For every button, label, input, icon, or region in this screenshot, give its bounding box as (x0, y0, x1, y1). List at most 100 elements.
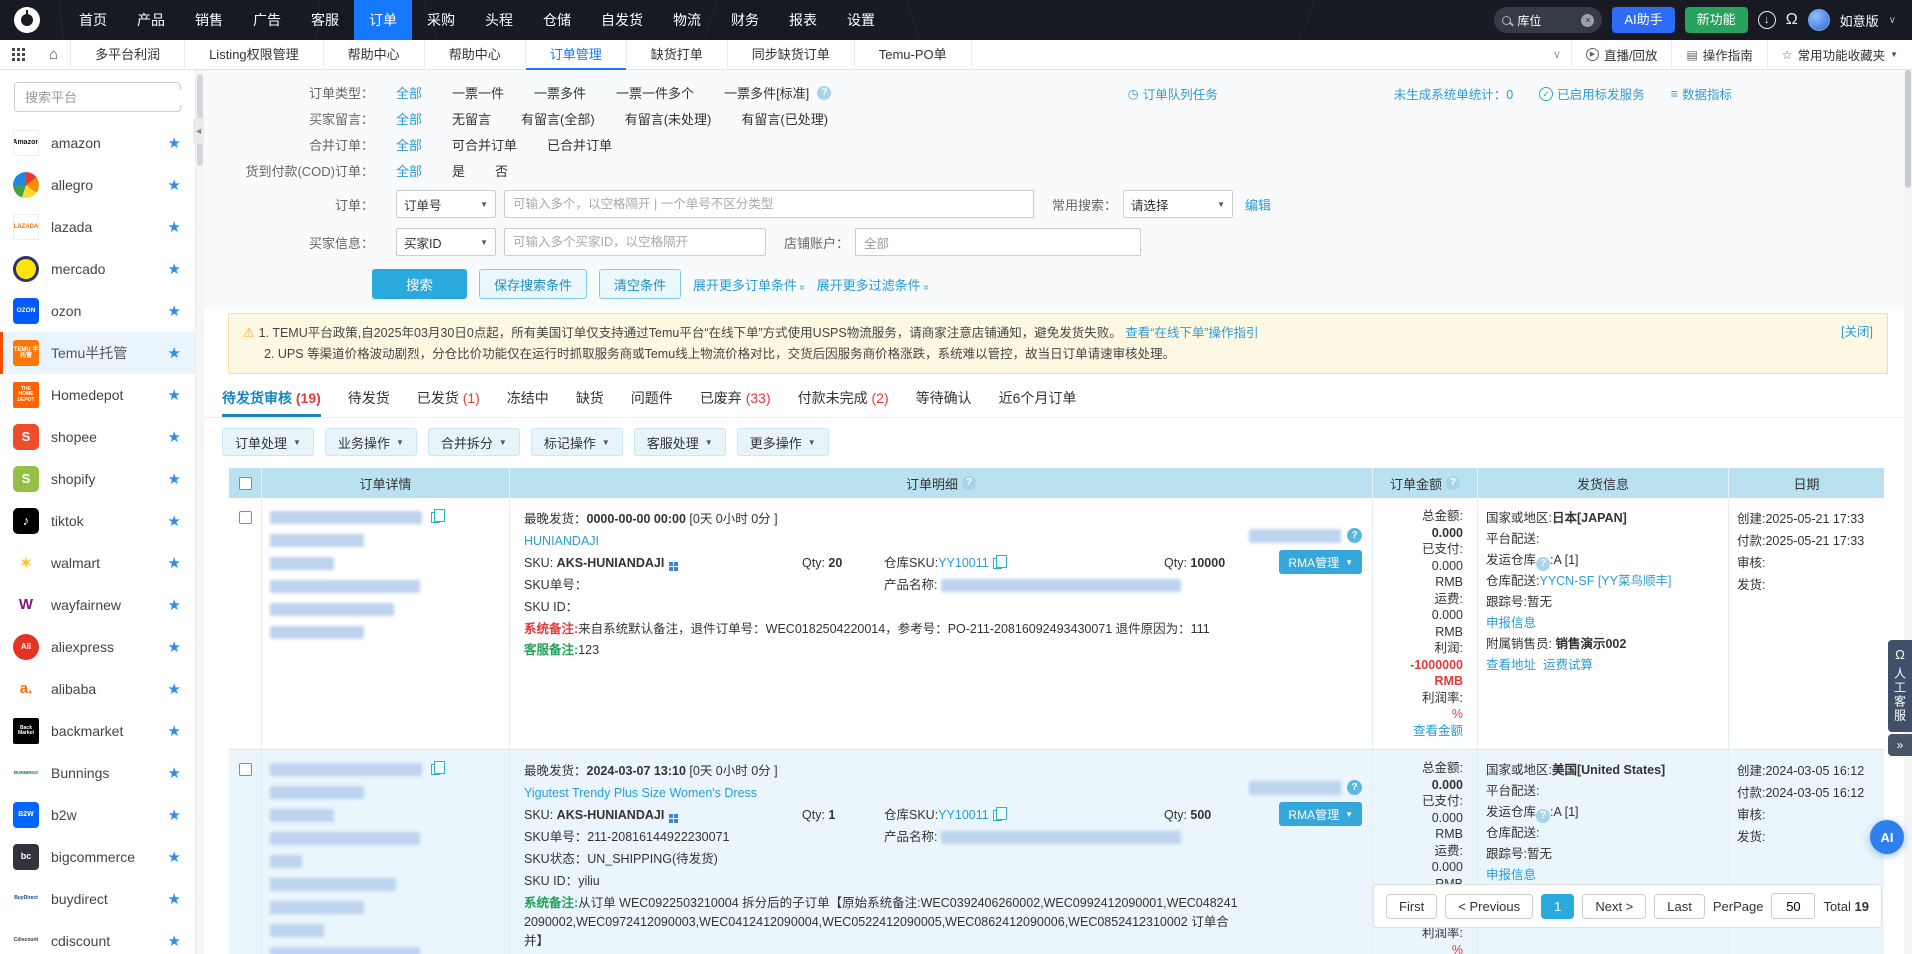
sidebar-platform-item[interactable]: Cdiscount cdiscount ★ (0, 920, 195, 954)
tagged-service-link[interactable]: ✓已启用标发服务 (1539, 84, 1645, 103)
page-scrollbar[interactable] (1904, 70, 1912, 954)
favorite-star-icon[interactable]: ★ (168, 680, 181, 698)
topnav-item[interactable]: 设置 (832, 0, 890, 40)
filter-option[interactable]: 全部 (396, 161, 422, 180)
status-tab[interactable]: 近6个月订单 (999, 388, 1077, 417)
sidebar-platform-item[interactable]: Ali aliexpress ★ (0, 626, 195, 668)
favorite-star-icon[interactable]: ★ (168, 428, 181, 446)
platform-search[interactable] (14, 82, 181, 112)
favorite-star-icon[interactable]: ★ (168, 176, 181, 194)
filter-option[interactable]: 一票一件 (452, 83, 504, 102)
help-icon[interactable]: ? (1536, 557, 1550, 571)
favorite-star-icon[interactable]: ★ (168, 848, 181, 866)
action-dropdown-button[interactable]: 合并拆分▼ (428, 428, 520, 456)
buyer-id-input[interactable] (504, 228, 766, 256)
action-dropdown-button[interactable]: 更多操作▼ (737, 428, 829, 456)
favorite-star-icon[interactable]: ★ (168, 806, 181, 824)
buyer-id-select[interactable]: 买家ID▼ (396, 228, 496, 256)
favorite-star-icon[interactable]: ★ (168, 260, 181, 278)
workspace-tab[interactable]: 帮助中心 (425, 40, 526, 70)
rma-manage-button[interactable]: RMA管理▼ (1279, 550, 1362, 574)
order-queue-link[interactable]: ◷订单队列任务 (1128, 84, 1218, 103)
notice-close-link[interactable]: [关闭] (1841, 322, 1873, 343)
topnav-item[interactable]: 客服 (296, 0, 354, 40)
help-icon[interactable]: ? (962, 476, 976, 490)
workspace-tab[interactable]: Temu-PO单 (855, 40, 972, 70)
live-replay-link[interactable]: ▶ 直播/回放 (1571, 40, 1671, 69)
workspace-tab[interactable]: 同步缺货订单 (728, 40, 855, 70)
edit-common-search-link[interactable]: 编辑 (1245, 195, 1271, 214)
filter-option[interactable]: 全部 (396, 135, 422, 154)
favorite-star-icon[interactable]: ★ (168, 218, 181, 236)
sidebar-platform-item[interactable]: B2W b2w ★ (0, 794, 195, 836)
order-number-type-select[interactable]: 订单号▼ (396, 190, 496, 218)
favorite-star-icon[interactable]: ★ (168, 512, 181, 530)
perpage-input[interactable] (1771, 893, 1815, 919)
version-label[interactable]: 如意版 (1840, 11, 1879, 30)
row-checkbox[interactable] (239, 763, 252, 776)
favorite-star-icon[interactable]: ★ (168, 890, 181, 908)
store-account-input[interactable] (855, 228, 1141, 256)
sidebar-platform-item[interactable]: a. alibaba ★ (0, 668, 195, 710)
action-dropdown-button[interactable]: 客服处理▼ (634, 428, 726, 456)
sidebar-platform-item[interactable]: bc bigcommerce ★ (0, 836, 195, 878)
save-search-button[interactable]: 保存搜索条件 (479, 269, 587, 299)
sidebar-platform-item[interactable]: TEMU 半托管 Temu半托管 ★ (0, 332, 195, 374)
clear-search-icon[interactable]: × (1581, 14, 1594, 27)
freight-estimate-link[interactable]: 运费试算 (1543, 658, 1593, 672)
row-checkbox[interactable] (239, 511, 252, 524)
download-icon[interactable]: ↓ (1758, 11, 1776, 29)
favorite-star-icon[interactable]: ★ (168, 386, 181, 404)
workspace-tab[interactable]: 帮助中心 (324, 40, 425, 70)
filter-option[interactable]: 可合并订单 (452, 135, 517, 154)
favorite-star-icon[interactable]: ★ (168, 470, 181, 488)
last-page-button[interactable]: Last (1654, 894, 1705, 919)
favorite-star-icon[interactable]: ★ (168, 344, 181, 362)
notice-guide-link[interactable]: 查看“在线下单”操作指引 (1125, 326, 1258, 340)
chevron-down-icon[interactable]: ∨ (1889, 15, 1896, 26)
action-dropdown-button[interactable]: 订单处理▼ (222, 428, 314, 456)
copy-icon[interactable] (431, 764, 440, 775)
topnav-item[interactable]: 头程 (470, 0, 528, 40)
filter-option[interactable]: 一票一件多个 (616, 83, 694, 102)
clear-conditions-button[interactable]: 清空条件 (599, 269, 681, 299)
sidebar-platform-item[interactable]: THE HOME DEPOT Homedepot ★ (0, 374, 195, 416)
app-logo[interactable] (14, 7, 40, 33)
status-tab[interactable]: 冻结中 (507, 388, 549, 417)
filter-option[interactable]: 已合并订单 (547, 135, 612, 154)
action-dropdown-button[interactable]: 业务操作▼ (325, 428, 417, 456)
status-tab[interactable]: 待发货审核 (19) (222, 388, 321, 417)
first-page-button[interactable]: First (1386, 894, 1437, 919)
tabs-overflow-chevron-icon[interactable]: ∨ (1543, 48, 1571, 61)
help-icon[interactable]: ? (1536, 809, 1550, 823)
warehouse-sku-link[interactable]: YY10011 (938, 808, 989, 822)
help-icon[interactable]: ? (1347, 528, 1362, 543)
status-tab[interactable]: 问题件 (631, 388, 673, 417)
sidebar-scrollbar[interactable] (196, 70, 204, 954)
headset-icon[interactable]: Ω (1786, 11, 1798, 29)
view-amount-link[interactable]: 查看金额 (1381, 723, 1463, 740)
help-icon[interactable]: ? (1347, 780, 1362, 795)
status-tab[interactable]: 付款未完成 (2) (798, 388, 889, 417)
filter-option[interactable]: 无留言 (452, 109, 491, 128)
topnav-item[interactable]: 采购 (412, 0, 470, 40)
product-title-link[interactable]: Yigutest Trendy Plus Size Women's Dress (524, 786, 757, 800)
sidebar-platform-item[interactable]: BUNNINGS Bunnings ★ (0, 752, 195, 794)
help-icon[interactable]: ? (1446, 476, 1460, 490)
declare-info-link[interactable]: 申报信息 (1486, 616, 1536, 630)
favorite-star-icon[interactable]: ★ (168, 134, 181, 152)
common-search-select[interactable]: 请选择▼ (1123, 190, 1233, 218)
favorite-star-icon[interactable]: ★ (168, 554, 181, 572)
sidebar-platform-item[interactable]: BuyDirect buydirect ★ (0, 878, 195, 920)
select-all-checkbox[interactable] (239, 477, 252, 490)
filter-option[interactable]: 全部 (396, 109, 422, 128)
expand-panel-button[interactable]: » (1888, 734, 1912, 756)
human-service-button[interactable]: Ω 人工客服 (1888, 640, 1912, 732)
platform-search-input[interactable] (25, 90, 196, 105)
apps-grid-icon[interactable] (0, 40, 37, 69)
sidebar-platform-item[interactable]: ✶ walmart ★ (0, 542, 195, 584)
order-number-input[interactable] (504, 190, 1034, 218)
favorite-star-icon[interactable]: ★ (168, 302, 181, 320)
sidebar-platform-item[interactable]: ♪ tiktok ★ (0, 500, 195, 542)
sidebar-platform-item[interactable]: mercado ★ (0, 248, 195, 290)
